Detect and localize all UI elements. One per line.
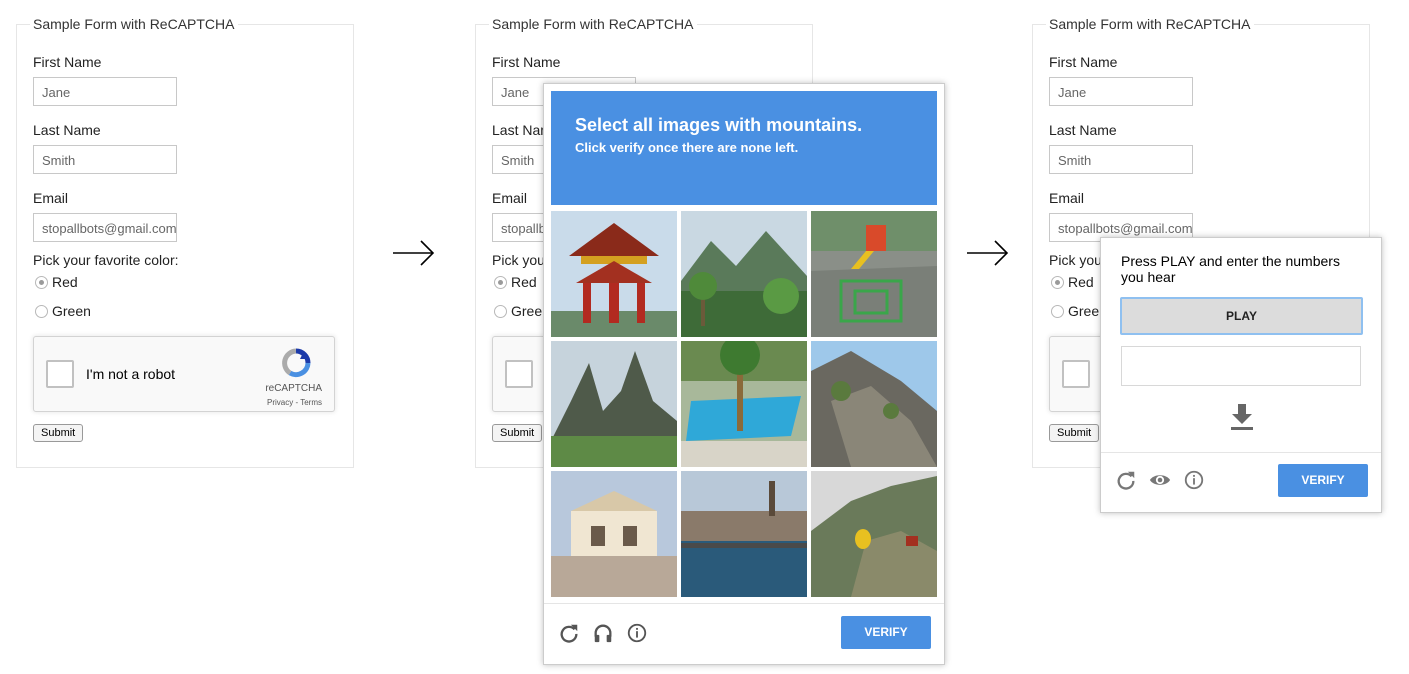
radio-red[interactable] xyxy=(1051,276,1064,289)
first-name-label: First Name xyxy=(33,54,102,70)
last-name-input[interactable]: Smith xyxy=(33,145,177,174)
radio-green[interactable] xyxy=(1051,305,1064,318)
color-prompt: Pick your favorite color: xyxy=(33,252,179,268)
audio-challenge-popup: Press PLAY and enter the numbers you hea… xyxy=(1100,237,1382,513)
recaptcha-checkbox[interactable] xyxy=(505,360,533,388)
challenge-title: Select all images with mountains. xyxy=(575,115,913,136)
tile-mountain-forest[interactable] xyxy=(681,211,807,337)
verify-button[interactable]: VERIFY xyxy=(1278,464,1368,497)
submit-button[interactable]: Submit xyxy=(33,424,84,442)
form-panel-1: Sample Form with ReCAPTCHA First Name Ja… xyxy=(16,0,356,470)
audio-response-input[interactable] xyxy=(1121,346,1361,386)
email-input[interactable]: stopallbots@gmail.com xyxy=(33,213,177,242)
tile-building[interactable] xyxy=(551,471,677,597)
last-name-input[interactable]: Smith xyxy=(1049,145,1193,174)
recaptcha-privacy-terms[interactable]: Privacy - Terms xyxy=(267,398,322,407)
radio-red[interactable] xyxy=(494,276,507,289)
email-label: Email xyxy=(1049,190,1085,206)
last-name-label: Last Name xyxy=(1049,122,1117,138)
tile-river-city[interactable] xyxy=(681,471,807,597)
first-name-input[interactable]: Jane xyxy=(33,77,177,106)
first-name-label: First Name xyxy=(492,54,561,70)
tile-twin-peaks[interactable] xyxy=(551,341,677,467)
radio-red-label: Red xyxy=(1068,274,1094,290)
recaptcha-checkbox-label: I'm not a robot xyxy=(86,366,176,382)
recaptcha-logo-icon xyxy=(282,348,311,378)
radio-red-label: Red xyxy=(52,274,78,290)
audio-challenge-title: Press PLAY and enter the numbers you hea… xyxy=(1121,253,1340,285)
tile-playground[interactable] xyxy=(811,211,937,337)
image-challenge-popup: Select all images with mountains. Click … xyxy=(543,83,945,665)
radio-red-label: Red xyxy=(511,274,537,290)
challenge-footer: VERIFY xyxy=(544,603,944,665)
form-legend: Sample Form with ReCAPTCHA xyxy=(489,16,697,32)
form-legend: Sample Form with ReCAPTCHA xyxy=(1046,16,1254,32)
challenge-subtitle: Click verify once there are none left. xyxy=(575,140,799,155)
radio-green[interactable] xyxy=(494,305,507,318)
headphones-icon[interactable] xyxy=(592,622,614,644)
challenge-keyword: mountains. xyxy=(766,115,863,135)
play-button[interactable]: PLAY xyxy=(1120,297,1363,335)
tile-rocky-slope[interactable] xyxy=(811,341,937,467)
first-name-label: First Name xyxy=(1049,54,1118,70)
eye-icon[interactable] xyxy=(1149,469,1171,491)
recaptcha-brand: reCAPTCHA xyxy=(265,383,322,394)
info-icon[interactable] xyxy=(1183,469,1205,491)
radio-red[interactable] xyxy=(35,276,48,289)
reload-icon[interactable] xyxy=(1115,469,1137,491)
tile-pool-palm[interactable] xyxy=(681,341,807,467)
tile-cliff-statue[interactable] xyxy=(811,471,937,597)
tile-pagoda[interactable] xyxy=(551,211,677,337)
arrow-right-icon xyxy=(393,240,435,266)
submit-button[interactable]: Submit xyxy=(492,424,543,442)
download-icon[interactable] xyxy=(1229,402,1255,430)
email-label: Email xyxy=(33,190,69,206)
audio-footer-divider xyxy=(1101,452,1381,453)
challenge-title-prefix: Select all images with xyxy=(575,115,767,135)
radio-green-label: Green xyxy=(52,303,91,319)
arrow-right-icon xyxy=(967,240,1009,266)
recaptcha-checkbox[interactable] xyxy=(1062,360,1090,388)
reload-icon[interactable] xyxy=(558,622,580,644)
verify-button[interactable]: VERIFY xyxy=(841,616,931,649)
form-legend: Sample Form with ReCAPTCHA xyxy=(30,16,238,32)
challenge-header: Select all images with mountains. Click … xyxy=(551,91,937,205)
first-name-input[interactable]: Jane xyxy=(1049,77,1193,106)
recaptcha-widget: I'm not a robot reCAPTCHA Privacy - Term… xyxy=(33,336,335,412)
recaptcha-checkbox[interactable] xyxy=(46,360,74,388)
submit-button[interactable]: Submit xyxy=(1049,424,1100,442)
last-name-label: Last Name xyxy=(33,122,101,138)
email-label: Email xyxy=(492,190,528,206)
radio-green[interactable] xyxy=(35,305,48,318)
info-icon[interactable] xyxy=(626,622,648,644)
